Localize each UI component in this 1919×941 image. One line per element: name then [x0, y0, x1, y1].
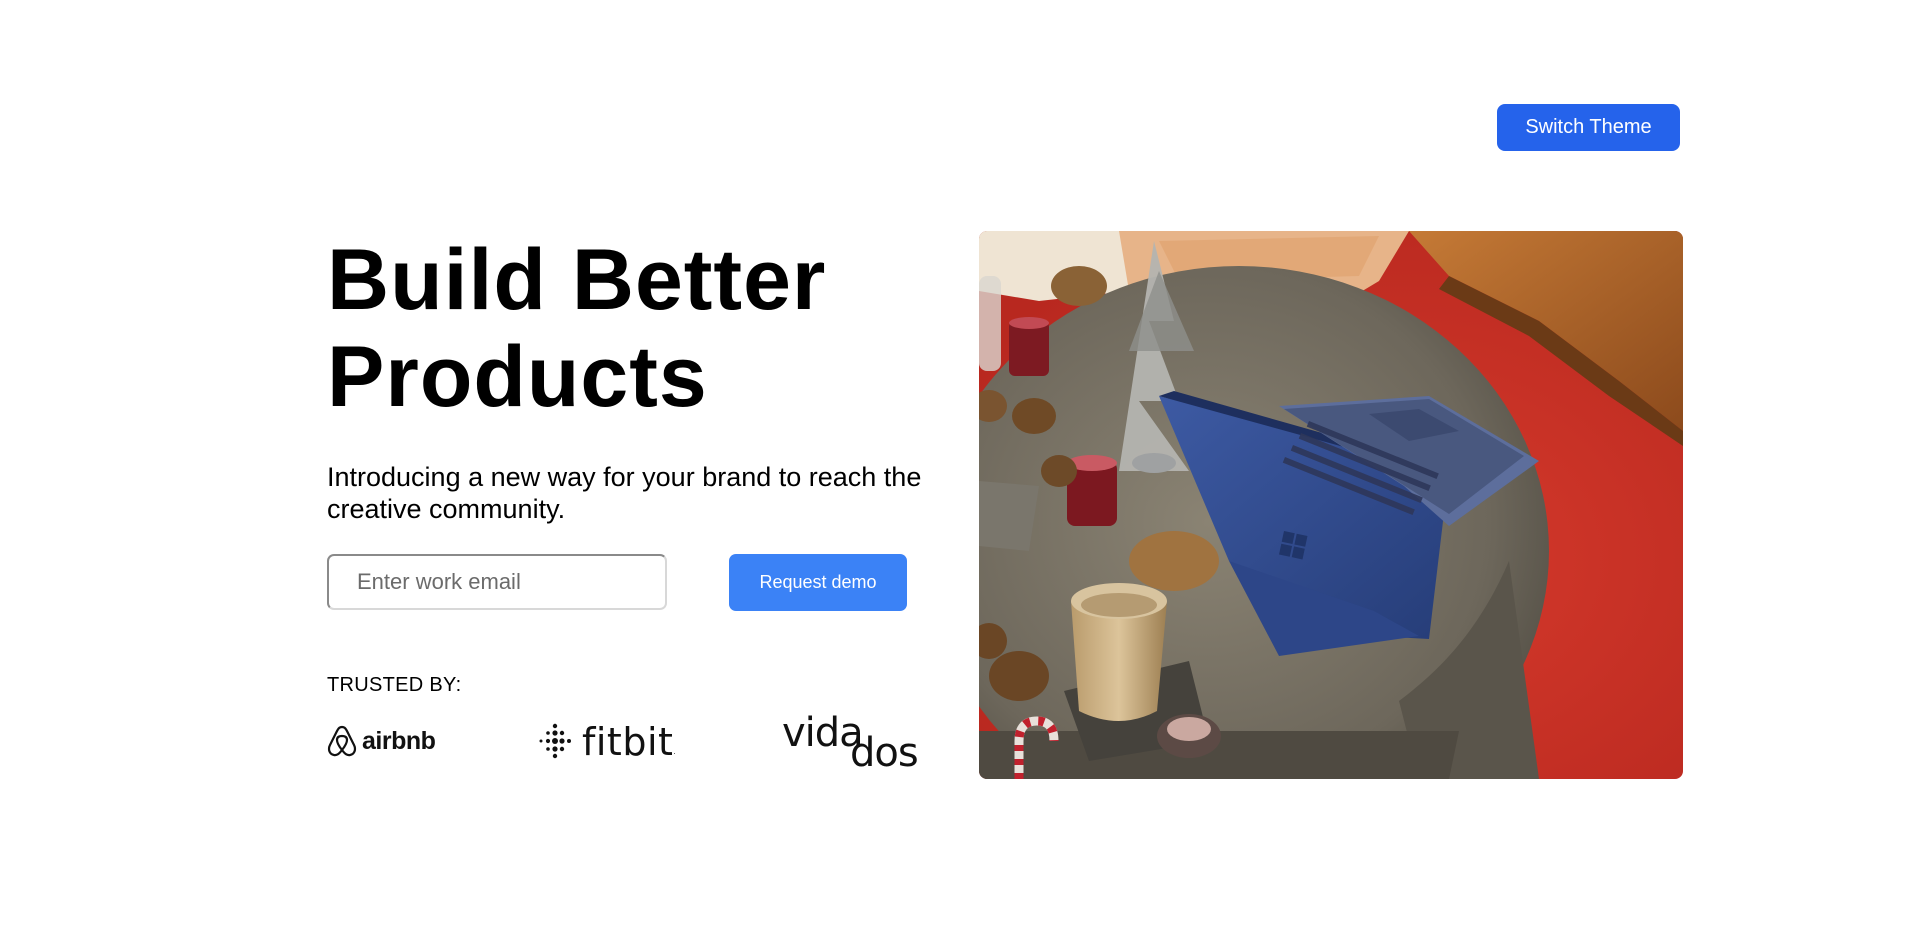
fitbit-wordmark: fitbit [582, 720, 674, 764]
hero-title-line-2: Products [327, 329, 708, 425]
hero-title-line-1: Build Better [327, 232, 827, 328]
demo-request-form: Request demo [327, 554, 907, 612]
hero-image [979, 231, 1683, 779]
svg-text:dos: dos [850, 730, 918, 772]
hero-text-section: Build Better Products Introducing a new … [327, 232, 937, 525]
switch-theme-button[interactable]: Switch Theme [1497, 104, 1680, 151]
fitbit-icon [539, 723, 571, 759]
trusted-by-label: TRUSTED BY: [327, 674, 462, 696]
airbnb-logo: airbnb [327, 724, 436, 758]
airbnb-icon [327, 725, 357, 757]
hero-title: Build Better Products [327, 232, 937, 426]
fitbit-logo: fitbit . [536, 720, 676, 764]
hero-photo-illustration [979, 231, 1683, 779]
hero-subtitle: Introducing a new way for your brand to … [327, 462, 922, 524]
landing-page: Switch Theme Build Better Products Intro… [0, 0, 1919, 941]
work-email-input[interactable] [327, 554, 667, 610]
vidados-logo: vida dos [782, 710, 922, 772]
request-demo-button[interactable]: Request demo [729, 554, 907, 611]
trusted-logos: airbnb fitbit . vida dos [327, 710, 927, 772]
airbnb-wordmark: airbnb [362, 726, 436, 755]
vidados-icon: vida dos [782, 710, 919, 772]
